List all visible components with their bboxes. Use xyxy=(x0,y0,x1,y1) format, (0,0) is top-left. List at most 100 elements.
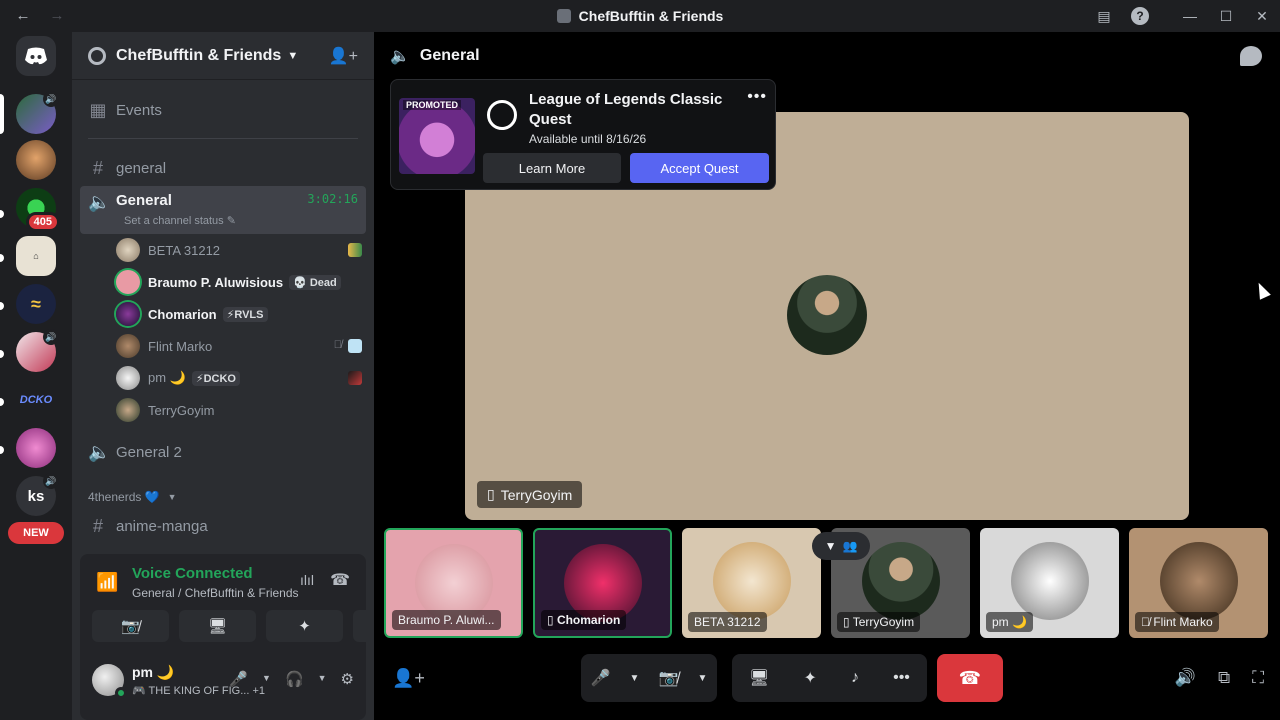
voice-user-flint[interactable]: Flint Marko 🎙̸ xyxy=(116,332,362,360)
server-icon-7[interactable]: DCKO xyxy=(16,380,56,420)
new-badge[interactable]: NEW xyxy=(8,522,64,544)
activity-icon xyxy=(348,339,362,353)
server-icon-4[interactable]: ⌂ xyxy=(16,236,56,276)
server-header[interactable]: ChefBufftin & Friends ▼ 👤+ xyxy=(72,32,374,80)
pop-out-icon[interactable]: ⧉ xyxy=(1218,668,1230,688)
activities-icon[interactable]: ✦ xyxy=(803,668,816,688)
voice-user-pm[interactable]: pm 🌙 ⚡DCKO xyxy=(116,364,362,392)
camera-off-icon: 📷̸ xyxy=(121,618,140,635)
end-call-button[interactable]: ☎ xyxy=(937,654,1003,702)
server-ks[interactable]: ks 🔊 xyxy=(16,473,59,516)
participant-name-text: Flint Marko xyxy=(1153,615,1213,629)
server-icon-2[interactable] xyxy=(16,140,56,180)
unread-pill xyxy=(0,302,4,310)
signal-icon[interactable]: 📶 xyxy=(96,572,118,593)
collapse-participants-button[interactable]: ▼ 👥 xyxy=(812,532,870,560)
category-4thenerds[interactable]: 4thenerds 💙 ▼ xyxy=(88,490,177,504)
server-icon-5[interactable]: ≈ xyxy=(16,284,56,324)
chevron-down-icon[interactable]: ▼ xyxy=(262,673,271,688)
channel-anime-manga[interactable]: # anime-manga xyxy=(80,510,366,542)
hashtag-icon: # xyxy=(92,157,103,178)
voice-location[interactable]: General / ChefBufftin & Friends xyxy=(132,586,299,600)
camera-off-button[interactable]: 📷̸ xyxy=(92,610,169,642)
inbox-icon[interactable]: ▤ xyxy=(1086,0,1122,32)
soundboard-icon[interactable]: ♪ xyxy=(851,669,859,687)
participant-tile-chomarion[interactable]: ▯ Chomarion xyxy=(533,528,672,638)
camera-off-icon[interactable]: 📷̸ xyxy=(659,668,679,688)
learn-more-button[interactable]: Learn More xyxy=(483,153,621,183)
participant-tile-pm[interactable]: pm 🌙 xyxy=(980,528,1119,638)
more-options-icon[interactable]: ••• xyxy=(747,88,767,106)
avatar xyxy=(116,238,140,262)
pencil-icon: ✎ xyxy=(226,215,236,227)
voice-user-braumo[interactable]: Braumo P. Aluwisious 💀 Dead xyxy=(116,268,362,296)
mention-badge: 405 xyxy=(25,212,60,232)
channel-sidebar: ChefBufftin & Friends ▼ 👤+ ▦ Events # ge… xyxy=(72,32,430,720)
forward-arrow-icon[interactable]: → xyxy=(48,7,66,24)
chat-bubble-icon[interactable] xyxy=(1240,46,1262,66)
volume-icon[interactable]: 🔊 xyxy=(1175,668,1196,688)
close-window-button[interactable]: ✕ xyxy=(1244,0,1280,32)
voice-user-terry[interactable]: TerryGoyim xyxy=(116,396,362,424)
participant-tile-beta[interactable]: BETA 31212 xyxy=(682,528,821,638)
headphones-icon[interactable]: 🎧 xyxy=(285,670,304,688)
microphone-icon[interactable]: 🎤 xyxy=(591,668,611,688)
minimize-button[interactable]: — xyxy=(1172,0,1208,32)
chevron-down-icon: ▼ xyxy=(287,49,299,62)
channel-events[interactable]: ▦ Events xyxy=(80,94,366,126)
back-arrow-icon[interactable]: ← xyxy=(14,7,32,24)
disconnect-icon[interactable]: ☎ xyxy=(330,570,350,590)
chevron-down-icon[interactable]: ▼ xyxy=(630,673,640,684)
fullscreen-icon[interactable]: ⛶ xyxy=(1252,668,1264,688)
help-icon[interactable]: ? xyxy=(1122,0,1158,32)
voice-user-chomarion[interactable]: Chomarion ⚡RVLS xyxy=(116,300,362,328)
share-screen-button[interactable]: 🖥 xyxy=(179,610,256,642)
speaker-icon: 🔊 xyxy=(43,329,59,345)
participant-tile-flint[interactable]: 🎙̸ Flint Marko xyxy=(1129,528,1268,638)
channel-general-text[interactable]: # general xyxy=(80,152,366,184)
accept-quest-button[interactable]: Accept Quest xyxy=(630,153,769,183)
channel-label: Events xyxy=(116,101,162,119)
settings-gear-icon[interactable]: ⚙ xyxy=(341,670,354,688)
participant-tile-braumo[interactable]: Braumo P. Aluwi... xyxy=(384,528,523,638)
chevron-down-icon[interactable]: ▼ xyxy=(698,673,708,684)
stage-header: 🔈 General xyxy=(390,46,480,66)
invite-people-icon[interactable]: 👤+ xyxy=(329,46,358,66)
screen-share-icon[interactable]: 🖥 xyxy=(749,668,769,688)
channel-label: anime-manga xyxy=(116,517,208,535)
server-icon-3[interactable]: 405 xyxy=(16,188,60,232)
unread-pill xyxy=(0,254,4,262)
microphone-icon[interactable]: 🎤 xyxy=(229,670,248,688)
title-bar: ← → ChefBufftin & Friends ▤ ? — ☐ ✕ xyxy=(0,0,1280,32)
category-label: 4thenerds 💙 xyxy=(88,490,160,504)
mobile-phone-icon: ▯ xyxy=(487,486,495,502)
speaker-icon: 🔊 xyxy=(43,473,59,489)
quest-title: League of Legends Classic Quest xyxy=(529,91,723,128)
participant-name: 🎙̸ Flint Marko xyxy=(1135,612,1219,632)
noise-suppression-icon[interactable]: ılıl xyxy=(300,572,314,588)
activities-button[interactable]: ✦ xyxy=(266,610,343,642)
people-icon: 👥 xyxy=(842,539,858,553)
participant-name: ▯ TerryGoyim xyxy=(837,612,921,632)
unread-pill xyxy=(0,446,4,454)
voice-stage: 🔈 General ▯ TerryGoyim PROMOTED League o… xyxy=(374,32,1280,720)
server-chefbufftin[interactable]: 🔊 xyxy=(16,91,59,134)
server-icon-8[interactable] xyxy=(16,428,56,468)
participant-name: BETA 31212 xyxy=(688,612,767,632)
channel-label: general xyxy=(116,159,167,177)
more-options-icon[interactable]: ••• xyxy=(893,669,910,687)
server-icon-6[interactable]: 🔊 xyxy=(16,329,59,372)
voice-user-beta[interactable]: BETA 31212 xyxy=(116,236,362,264)
channel-general-2[interactable]: 🔈 General 2 xyxy=(80,436,366,468)
server-rail: 🔊 405 ⌂ ≈ 🔊 DCKO ks 🔊 NEW xyxy=(0,32,72,720)
channel-status[interactable]: Set a channel status ✎ xyxy=(124,214,236,227)
discord-home-button[interactable] xyxy=(16,36,56,76)
muted-mic-icon: 🎙̸ xyxy=(333,339,342,351)
add-friend-icon[interactable]: 👤+ xyxy=(392,668,425,689)
channel-general-voice[interactable]: 🔈 General 3:02:16 Set a channel status ✎ xyxy=(80,186,366,234)
user-name[interactable]: pm 🌙 xyxy=(132,664,174,681)
avatar xyxy=(712,542,791,620)
chevron-down-icon[interactable]: ▼ xyxy=(318,673,327,688)
selected-server-pill xyxy=(0,94,4,134)
maximize-button[interactable]: ☐ xyxy=(1208,0,1244,32)
